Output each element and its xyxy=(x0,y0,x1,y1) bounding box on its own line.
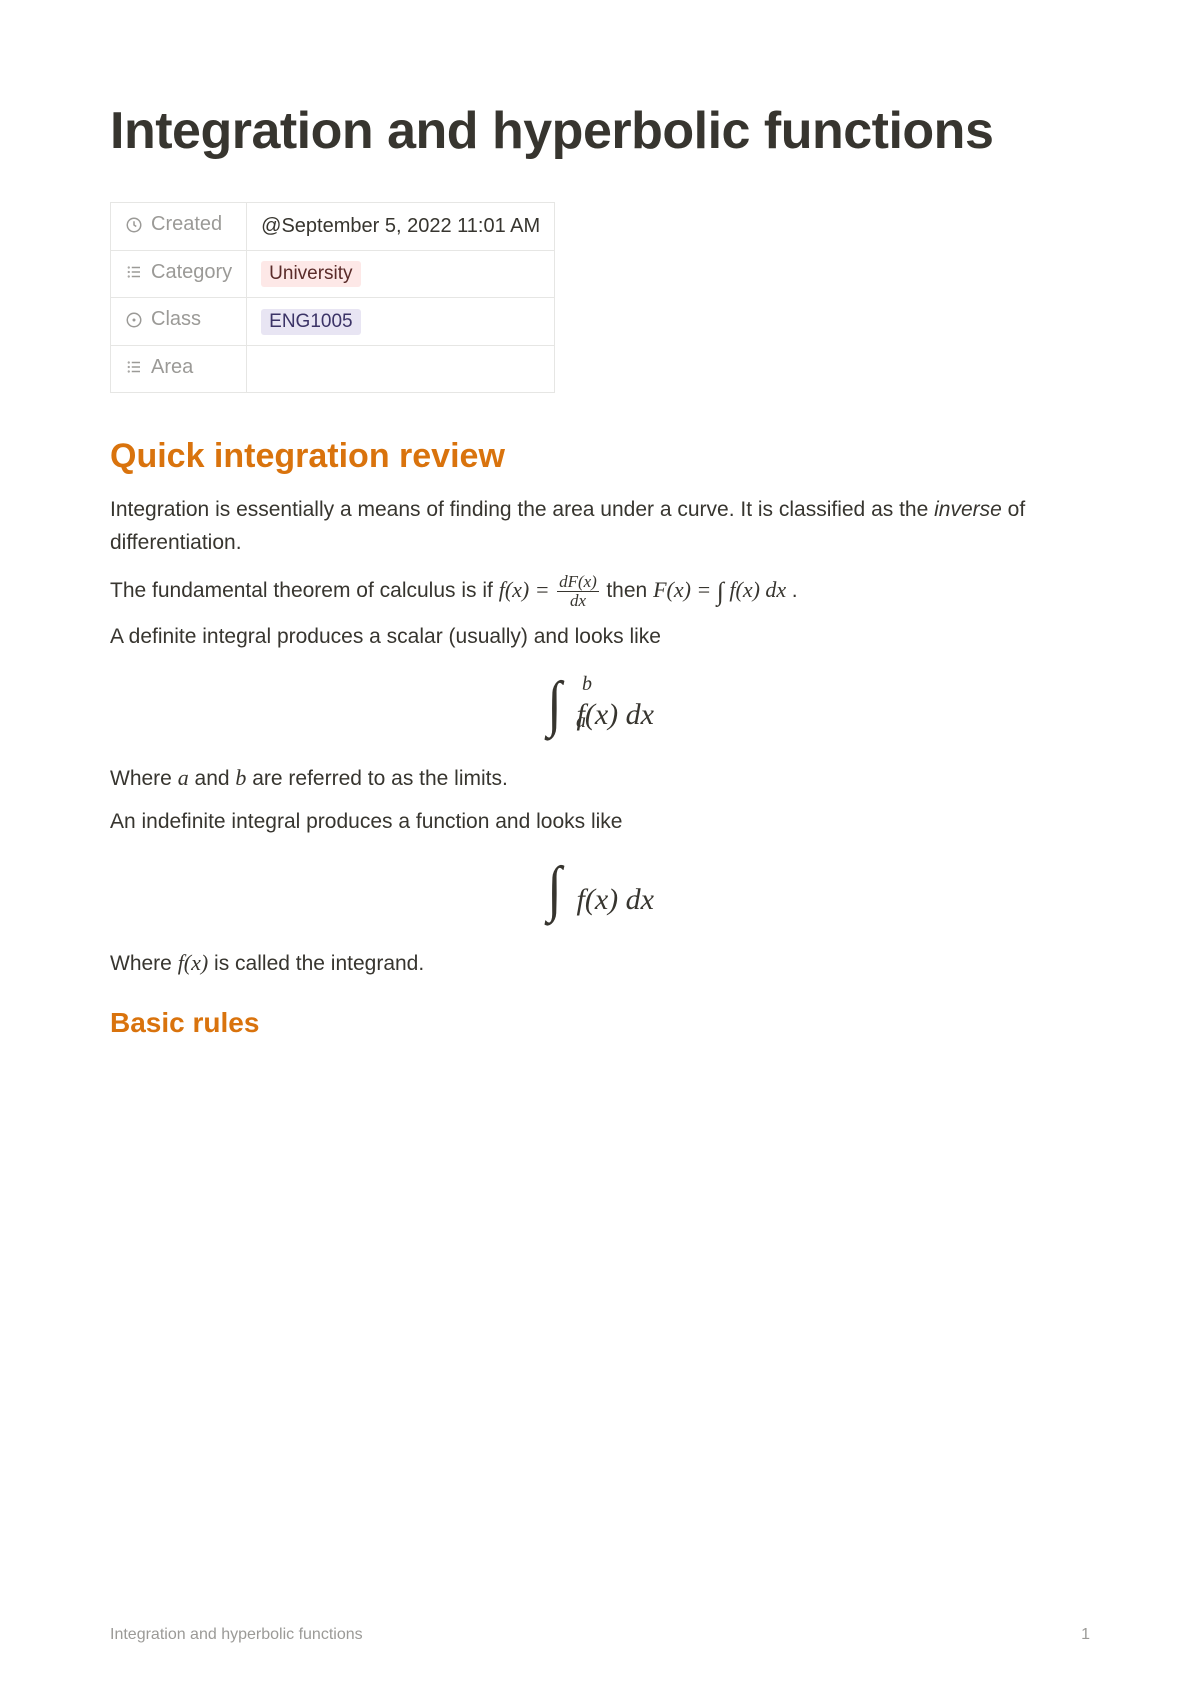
text: . xyxy=(792,579,798,602)
text: Where xyxy=(110,767,178,790)
paragraph: An indefinite integral produces a functi… xyxy=(110,806,1090,839)
paragraph: Integration is essentially a means of fi… xyxy=(110,494,1090,559)
property-label: Area xyxy=(151,356,193,379)
text: The fundamental theorem of calculus is i… xyxy=(110,579,499,602)
math-denominator: dx xyxy=(557,592,599,610)
math-inline: f(x) = dF(x)dx xyxy=(499,577,607,602)
math-inline: f(x) xyxy=(178,950,209,975)
math-inline: a xyxy=(178,765,189,790)
math-inline: F(x) = ∫ f(x) dx xyxy=(653,577,792,602)
math-lower-bound: a xyxy=(576,710,586,733)
integral-icon: ∫ xyxy=(547,858,561,920)
integral-icon: ∫ xyxy=(547,673,561,735)
section-heading-rules: Basic rules xyxy=(110,1007,1090,1039)
property-label: Category xyxy=(151,261,232,284)
property-value-area xyxy=(247,345,555,393)
math-numerator: dF(x) xyxy=(557,573,599,592)
text: are referred to as the limits. xyxy=(246,767,507,790)
text: then xyxy=(606,579,653,602)
properties-table: Created @September 5, 2022 11:01 AM Cate… xyxy=(110,202,555,393)
math-inline: b xyxy=(235,765,246,790)
category-tag: University xyxy=(261,261,360,287)
property-row-area: Area xyxy=(111,345,555,393)
text: Integration is essentially a means of fi… xyxy=(110,498,934,521)
text: and xyxy=(189,767,236,790)
text: Where xyxy=(110,952,178,975)
list-icon xyxy=(125,263,143,281)
paragraph: A definite integral produces a scalar (u… xyxy=(110,621,1090,654)
property-label: Created xyxy=(151,213,222,236)
class-tag: ENG1005 xyxy=(261,309,360,335)
property-value-created: @September 5, 2022 11:01 AM xyxy=(247,203,555,251)
clock-icon xyxy=(125,216,143,234)
property-row-class: Class ENG1005 xyxy=(111,298,555,346)
paragraph: Where f(x) is called the integrand. xyxy=(110,946,1090,981)
math-integrand: f(x) dx xyxy=(577,698,654,731)
property-label: Class xyxy=(151,308,201,331)
target-icon xyxy=(125,311,143,329)
paragraph: Where a and b are referred to as the lim… xyxy=(110,761,1090,796)
math-block-definite-integral: ∫ b a f(x) dx xyxy=(110,673,1090,735)
text: is called the integrand. xyxy=(208,952,424,975)
math-text: F(x) = xyxy=(653,577,717,602)
math-block-indefinite-integral: ∫ f(x) dx xyxy=(110,858,1090,920)
property-row-created: Created @September 5, 2022 11:01 AM xyxy=(111,203,555,251)
page-footer: Integration and hyperbolic functions 1 xyxy=(110,1626,1090,1644)
math-text: f(x) dx xyxy=(724,577,786,602)
math-text: f(x) = xyxy=(499,577,555,602)
list-icon xyxy=(125,358,143,376)
paragraph: The fundamental theorem of calculus is i… xyxy=(110,569,1090,610)
page-root: Integration and hyperbolic functions Cre… xyxy=(0,0,1200,1698)
math-upper-bound: b xyxy=(582,673,592,696)
text-emphasis: inverse xyxy=(934,498,1002,521)
page-title: Integration and hyperbolic functions xyxy=(110,100,1090,162)
math-integrand: f(x) dx xyxy=(577,883,654,916)
footer-title: Integration and hyperbolic functions xyxy=(110,1626,363,1644)
integral-icon: ∫ xyxy=(717,577,724,606)
footer-page-number: 1 xyxy=(1081,1626,1090,1644)
section-heading-review: Quick integration review xyxy=(110,437,1090,476)
property-row-category: Category University xyxy=(111,250,555,298)
